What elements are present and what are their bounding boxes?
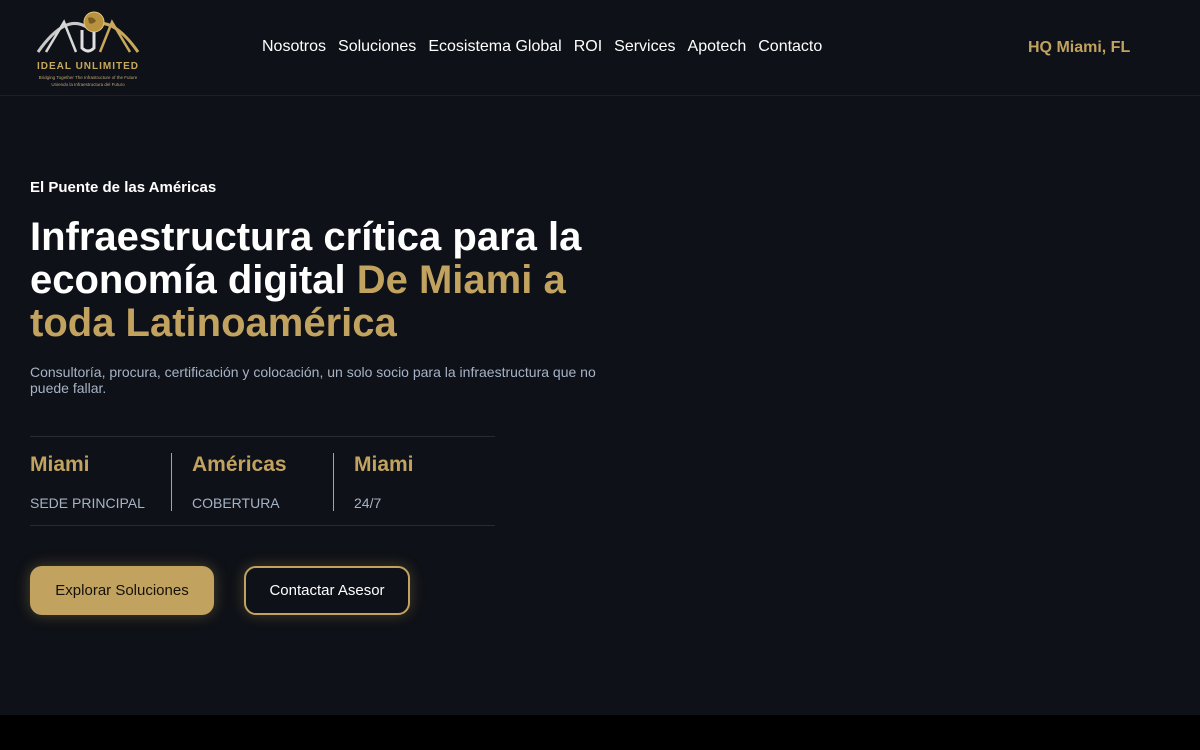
brand-logo[interactable]: IDEAL UNLIMITED Bridging Together The In…	[28, 6, 148, 90]
nav-item-roi[interactable]: ROI	[574, 38, 602, 56]
stat-value: Miami	[30, 453, 90, 476]
stat-sede: Miami SEDE PRINCIPAL	[30, 453, 145, 511]
nav-item-nosotros[interactable]: Nosotros	[262, 38, 326, 56]
stat-cobertura: Américas COBERTURA	[171, 453, 287, 511]
bottom-band	[0, 715, 1200, 750]
contact-advisor-button[interactable]: Contactar Asesor	[244, 566, 410, 615]
stat-soporte: Miami 24/7	[333, 453, 414, 511]
stat-value: Américas	[192, 453, 287, 476]
stats-bar: Miami SEDE PRINCIPAL Américas COBERTURA …	[30, 436, 495, 526]
hero-headline: Infraestructura crítica para la economía…	[30, 216, 650, 345]
stat-label: 24/7	[354, 495, 382, 511]
brand-name: IDEAL UNLIMITED	[36, 61, 140, 72]
nav-item-contacto[interactable]: Contacto	[758, 38, 822, 56]
stat-label: COBERTURA	[192, 495, 280, 511]
nav-item-soluciones[interactable]: Soluciones	[338, 38, 416, 56]
stat-value: Miami	[354, 453, 414, 476]
hq-location: HQ Miami, FL	[1028, 39, 1131, 56]
explore-solutions-button[interactable]: Explorar Soluciones	[30, 566, 214, 615]
main-nav: Nosotros Soluciones Ecosistema Global RO…	[262, 38, 822, 56]
nav-item-apotech[interactable]: Apotech	[688, 38, 747, 56]
nav-item-services[interactable]: Services	[614, 38, 675, 56]
hero-subtext: Consultoría, procura, certificación y co…	[30, 364, 596, 396]
brand-tagline-en: Bridging Together The Infrastructure of …	[38, 75, 138, 80]
globe-logo-icon	[36, 11, 140, 53]
site-header: IDEAL UNLIMITED Bridging Together The In…	[0, 0, 1200, 96]
stat-label: SEDE PRINCIPAL	[30, 495, 145, 511]
brand-tagline-es: Uniendo la Infraestructura del Futuro	[51, 82, 125, 87]
hero-eyebrow: El Puente de las Américas	[30, 179, 217, 196]
nav-item-ecosistema-global[interactable]: Ecosistema Global	[428, 38, 561, 56]
